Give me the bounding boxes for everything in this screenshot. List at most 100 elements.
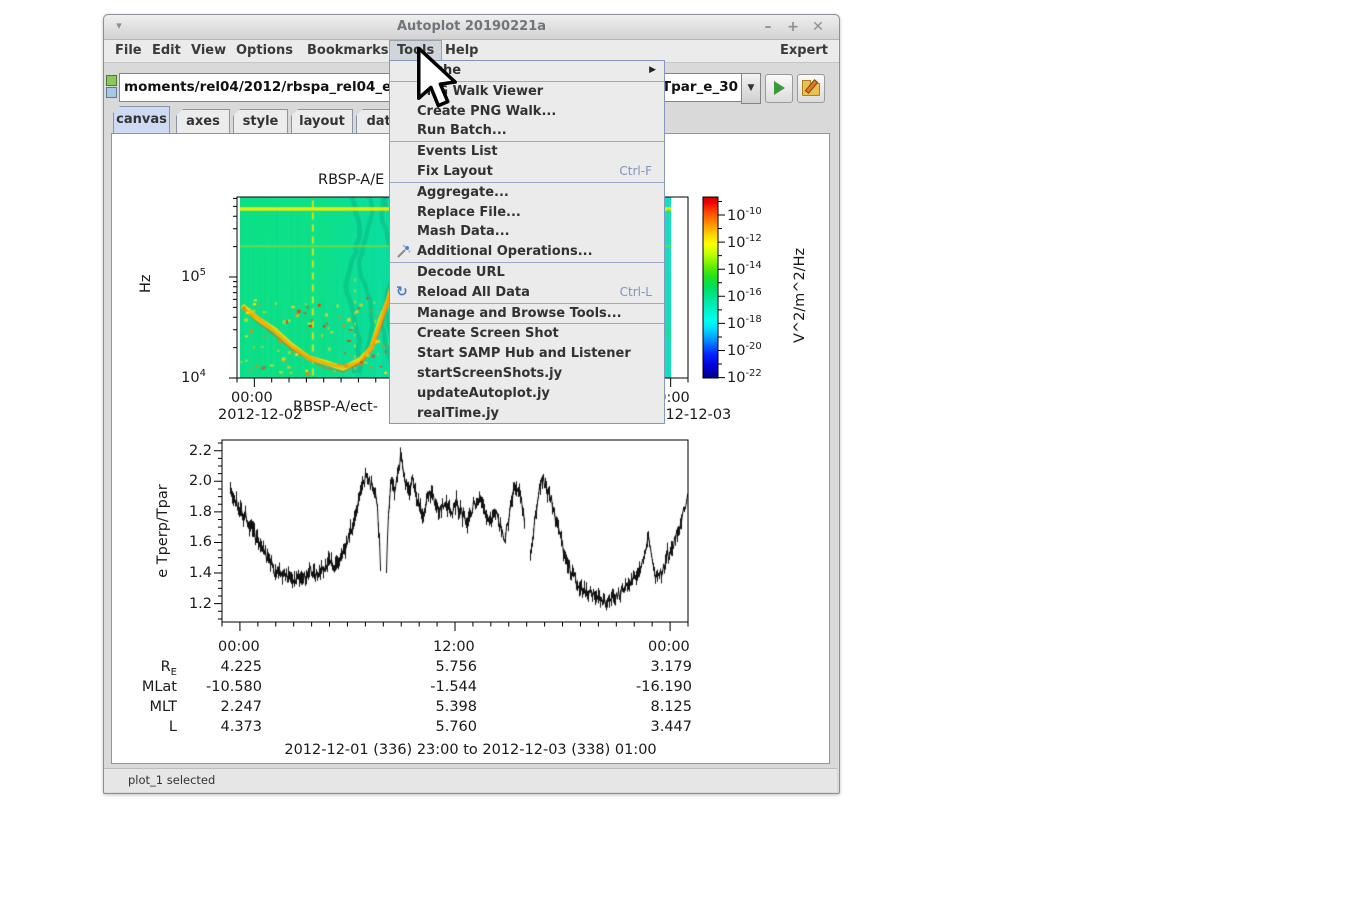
time-range-label: 2012-12-01 (336) 23:00 to 2012-12-03 (33… — [284, 742, 657, 758]
menu-item-start-samp-hub[interactable]: Start SAMP Hub and Listener — [390, 344, 664, 364]
menu-item-label: realTime.jy — [417, 405, 500, 421]
menu-item-label: Create Screen Shot — [417, 326, 559, 342]
menu-item-label: Events List — [417, 144, 498, 160]
plot2-xtick-1: 12:00 — [433, 639, 475, 655]
tab-axes[interactable]: axes — [176, 109, 230, 133]
plot2-ytick-3: 1.6 — [188, 534, 212, 550]
tab-style-label: style — [242, 114, 279, 129]
plot2-ytick-5: 1.2 — [188, 596, 212, 612]
desktop: ▾ Autoplot 20190221a – + ✕ File Edit Vie… — [0, 0, 1345, 916]
menu-bookmarks[interactable]: Bookmarks — [300, 40, 396, 62]
status-text: plot_1 selected — [128, 773, 216, 787]
plot2-ytick-2: 1.8 — [188, 504, 212, 520]
menu-item-label: Aggregate... — [417, 184, 509, 200]
table-value: 4.373 — [220, 719, 262, 735]
plot1-ylabel: Hz — [138, 274, 154, 293]
plot2-xtick-0: 00:00 — [218, 639, 260, 655]
reload-icon: ↻ — [396, 283, 408, 300]
table-value: 8.125 — [650, 699, 692, 715]
menu-item-fix-layout[interactable]: Fix Layout Ctrl-F — [390, 162, 664, 182]
chevron-down-icon: ▼ — [747, 83, 755, 93]
title-bar[interactable]: ▾ Autoplot 20190221a – + ✕ — [104, 15, 839, 40]
colorbar-tick-1: 10-12 — [727, 233, 762, 251]
tab-style[interactable]: style — [233, 109, 288, 133]
table-value: 5.760 — [435, 719, 477, 735]
table-value: 5.756 — [435, 659, 477, 675]
table-value: -1.544 — [430, 679, 477, 695]
uri-text-right: Tpar_e_30 — [661, 79, 738, 95]
menu-item-run-batch[interactable]: Run Batch... — [390, 121, 664, 141]
plot1-xtick-left-time: 00:00 — [231, 390, 273, 406]
colorbar-tick-2: 10-14 — [727, 260, 762, 278]
tab-canvas[interactable]: canvas — [113, 106, 170, 133]
menu-item-label: Manage and Browse Tools... — [417, 305, 622, 321]
menu-item-realtime-jy[interactable]: realTime.jy — [390, 404, 664, 424]
tab-canvas-label: canvas — [116, 112, 167, 127]
expert-mode-label[interactable]: Expert — [773, 40, 835, 62]
window-title: Autoplot 20190221a — [396, 19, 547, 34]
menu-item-additional-operations[interactable]: Additional Operations... — [390, 242, 664, 262]
table-label-mlt: MLT — [149, 699, 177, 715]
menu-item-label: startScreenShots.jy — [417, 365, 563, 381]
maximize-button[interactable]: + — [784, 18, 802, 36]
tab-axes-label: axes — [186, 114, 220, 129]
go-play-button[interactable] — [765, 74, 793, 103]
menu-item-label: Reload All Data — [417, 284, 530, 300]
colorbar-tick-6: 10-22 — [727, 368, 762, 386]
mouse-cursor — [415, 46, 463, 113]
menu-item-label: Additional Operations... — [417, 244, 593, 260]
datasource-type-icon-green[interactable] — [106, 75, 117, 86]
plot2-ytick-1: 2.0 — [188, 473, 212, 489]
menu-item-label: Replace File... — [417, 204, 521, 220]
menu-edit[interactable]: Edit — [145, 40, 188, 62]
menu-item-label: Run Batch... — [417, 123, 507, 139]
table-label-mlat: MLat — [141, 679, 177, 695]
shortcut-label: Ctrl-F — [619, 163, 652, 178]
shortcut-label: Ctrl-L — [619, 284, 652, 299]
menu-item-label: Fix Layout — [417, 163, 493, 179]
table-value: 3.447 — [650, 719, 692, 735]
menu-item-updateautoplot-jy[interactable]: updateAutoplot.jy — [390, 384, 664, 404]
menu-item-manage-browse-tools[interactable]: Manage and Browse Tools... — [390, 304, 664, 324]
colorbar-tick-5: 10-20 — [727, 341, 762, 359]
plot1-ytick-1e4: 104 — [181, 368, 206, 386]
minimize-button[interactable]: – — [759, 18, 777, 36]
menu-item-create-screen-shot[interactable]: Create Screen Shot — [390, 324, 664, 344]
magic-wand-icon — [396, 244, 412, 260]
colorbar-tick-0: 10-10 — [727, 206, 762, 224]
plot1-title: RBSP-A/E — [318, 172, 385, 188]
timeseries-plot[interactable] — [222, 440, 688, 622]
table-value: -10.580 — [206, 679, 262, 695]
menu-item-events-list[interactable]: Events List — [390, 142, 664, 162]
table-value: 3.179 — [650, 659, 692, 675]
menu-view[interactable]: View — [184, 40, 233, 62]
menu-item-label: updateAutoplot.jy — [417, 385, 550, 401]
table-value: 4.225 — [220, 659, 262, 675]
colorbar-label: V^2/m^2/Hz — [792, 247, 808, 343]
menu-item-aggregate[interactable]: Aggregate... — [390, 183, 664, 203]
tab-layout[interactable]: layout — [291, 109, 353, 133]
close-button[interactable]: ✕ — [809, 18, 827, 36]
table-value: 2.247 — [220, 699, 262, 715]
submenu-arrow-icon: ▶ — [649, 65, 656, 75]
colorbar-tick-4: 10-18 — [727, 314, 762, 332]
tools-menu-popup: Cache▶ PNG Walk Viewer Create PNG Walk..… — [389, 60, 665, 425]
colorbar[interactable] — [703, 197, 718, 378]
datasource-type-icon-blue[interactable] — [106, 87, 117, 98]
plot2-xtick-2: 00:00 — [648, 639, 690, 655]
plot2-ytick-4: 1.4 — [188, 565, 212, 581]
table-value: -16.190 — [636, 679, 692, 695]
menu-item-label: Start SAMP Hub and Listener — [417, 346, 631, 362]
menu-item-decode-url[interactable]: Decode URL — [390, 263, 664, 283]
menu-item-replace-file[interactable]: Replace File... — [390, 203, 664, 223]
colorbar-tick-3: 10-16 — [727, 287, 762, 305]
play-icon — [774, 81, 785, 95]
menu-options[interactable]: Options — [229, 40, 300, 62]
menu-file[interactable]: File — [108, 40, 149, 62]
menu-item-mash-data[interactable]: Mash Data... — [390, 222, 664, 242]
uri-dropdown-button[interactable]: ▼ — [741, 73, 761, 104]
inspect-uri-button[interactable] — [797, 74, 825, 103]
menu-item-reload-all-data[interactable]: ↻ Reload All Data Ctrl-L — [390, 283, 664, 303]
status-bar: plot_1 selected — [104, 768, 837, 792]
menu-item-startscreenshots-jy[interactable]: startScreenShots.jy — [390, 364, 664, 384]
